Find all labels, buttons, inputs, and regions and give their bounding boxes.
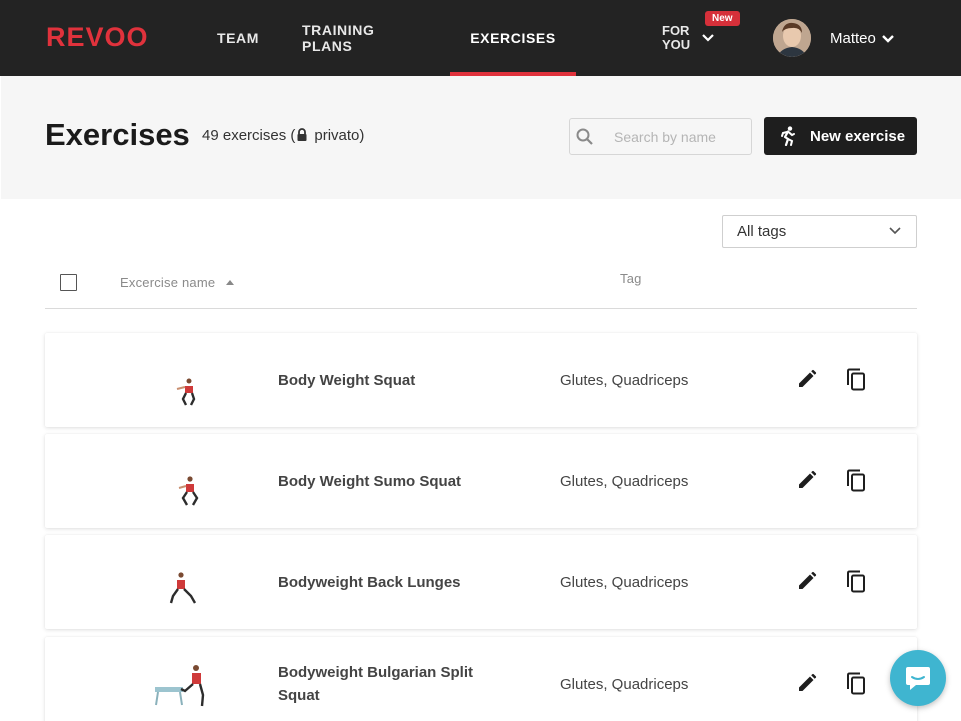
pencil-icon[interactable]: [797, 673, 817, 693]
for-you-line1: FOR: [662, 23, 690, 38]
exercise-tags: Glutes, Quadriceps: [560, 573, 689, 591]
lock-icon: [297, 127, 307, 141]
pencil-icon[interactable]: [797, 571, 817, 591]
for-you-line2: YOU: [662, 37, 691, 52]
user-name: Matteo: [830, 30, 876, 47]
sort-ascending-icon: [226, 280, 235, 285]
table-header-divider: [45, 308, 917, 309]
chevron-down-icon: [882, 34, 894, 43]
column-header-tag: Tag: [620, 271, 642, 286]
select-all-checkbox[interactable]: [60, 274, 77, 291]
chevron-down-icon: [889, 227, 901, 235]
table-row[interactable]: Body Weight Sumo Squat Glutes, Quadricep…: [45, 434, 917, 528]
column-header-exercise-name-label: Excercise name: [120, 275, 216, 290]
table-row[interactable]: Bodyweight Back Lunges Glutes, Quadricep…: [45, 535, 917, 629]
table-row[interactable]: Body Weight Squat Glutes, Quadriceps: [45, 333, 917, 427]
avatar[interactable]: [773, 19, 811, 57]
copy-icon[interactable]: [845, 368, 867, 392]
table-row[interactable]: Bodyweight Bulgarian Split Squat Glutes,…: [45, 637, 917, 721]
revoo-logo[interactable]: REVOO: [46, 22, 149, 53]
exercise-tags: Glutes, Quadriceps: [560, 371, 689, 389]
nav-item-training-plans[interactable]: TRAINING PLANS: [302, 0, 429, 76]
lunge-figure: [169, 572, 197, 604]
chevron-down-icon: [702, 34, 714, 42]
exercise-name: Bodyweight Bulgarian Split Squat: [278, 664, 474, 704]
nav-item-exercises[interactable]: EXERCISES: [450, 0, 576, 76]
exercise-tags: Glutes, Quadriceps: [560, 472, 689, 490]
page-title: Exercises: [45, 117, 190, 152]
nav-item-training-plans-label: TRAINING PLANS: [302, 22, 375, 54]
sumo-squat-figure: [178, 476, 199, 506]
for-you-menu[interactable]: FOR YOU: [662, 24, 714, 52]
exercise-count: 49 exercises ( privato): [202, 127, 364, 144]
bulgarian-split-squat-figure: [155, 665, 205, 707]
chat-bubble-icon: [906, 667, 930, 690]
exercise-name: Body Weight Squat: [278, 371, 416, 389]
tags-filter-value: All tags: [737, 223, 787, 240]
user-photo: [773, 19, 811, 57]
exercise-tags: Glutes, Quadriceps: [560, 675, 689, 693]
top-navigation-bar: REVOO TEAM TRAINING PLANS EXERCISES FOR …: [0, 0, 961, 76]
nav-item-exercises-label: EXERCISES: [470, 30, 556, 46]
column-header-exercise-name[interactable]: Excercise name: [120, 275, 235, 290]
exercise-count-text: 49 exercises (: [202, 127, 296, 144]
nav-item-team[interactable]: TEAM: [216, 0, 260, 76]
search-box: [569, 118, 752, 155]
squat-figure: [176, 378, 196, 406]
search-icon: [576, 128, 593, 145]
search-input[interactable]: [614, 119, 749, 154]
tags-filter-select[interactable]: All tags: [722, 215, 917, 248]
copy-icon[interactable]: [845, 469, 867, 493]
pencil-icon[interactable]: [797, 369, 817, 389]
exercise-name: Bodyweight Back Lunges: [278, 573, 461, 591]
running-person-icon: [781, 126, 795, 146]
exercise-name: Body Weight Sumo Squat: [278, 472, 462, 490]
for-you-label: FOR YOU: [662, 24, 690, 52]
chat-button[interactable]: [890, 650, 946, 706]
nav-item-team-label: TEAM: [216, 30, 260, 46]
new-badge: New: [705, 11, 740, 26]
user-menu[interactable]: Matteo: [830, 30, 896, 47]
copy-icon[interactable]: [845, 672, 867, 696]
copy-icon[interactable]: [845, 570, 867, 594]
privacy-text: privato): [314, 127, 365, 144]
new-exercise-button[interactable]: New exercise: [764, 117, 917, 155]
new-exercise-label: New exercise: [810, 127, 906, 145]
pencil-icon[interactable]: [797, 470, 817, 490]
